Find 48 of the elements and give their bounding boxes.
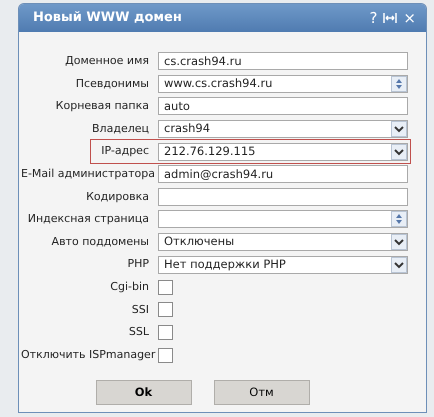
- field-value: 212.76.129.115: [164, 143, 256, 160]
- field-value: Отключены: [164, 233, 234, 250]
- field-value: cs.crash94.ru: [164, 52, 242, 70]
- chevron-down-icon[interactable]: [391, 144, 407, 160]
- input-field[interactable]: [158, 188, 408, 206]
- chevron-down-icon[interactable]: [391, 256, 407, 273]
- dropdown-field[interactable]: Нет поддержки PHP: [158, 256, 408, 274]
- field-label: Отключить ISPmanager: [21, 346, 156, 363]
- field-label: Доменное имя: [64, 53, 150, 70]
- field-label: Авто поддомены: [50, 234, 150, 250]
- checkbox[interactable]: [158, 348, 173, 363]
- field-label: Кодировка: [85, 188, 150, 205]
- dropdown-field[interactable]: Отключены: [158, 233, 408, 252]
- dropdown-field[interactable]: 212.76.129.115: [158, 142, 408, 161]
- dropdown-field[interactable]: crash94: [158, 120, 408, 138]
- spinner-icon[interactable]: [391, 211, 407, 228]
- checkbox[interactable]: [158, 324, 173, 340]
- close-button[interactable]: ×: [401, 10, 418, 26]
- cancel-button[interactable]: Отм: [214, 380, 310, 406]
- ok-button[interactable]: Ok: [96, 380, 192, 406]
- field-value: auto: [164, 98, 190, 115]
- checkbox[interactable]: [158, 280, 173, 295]
- input-field[interactable]: auto: [158, 97, 408, 116]
- chevron-down-icon[interactable]: [391, 234, 407, 250]
- field-label: Владелец: [91, 120, 150, 137]
- field-value: admin@crash94.ru: [164, 166, 274, 183]
- field-label: Корневая папка: [54, 98, 150, 114]
- input-field[interactable]: [158, 210, 408, 228]
- field-value: www.cs.crash94.ru: [164, 75, 272, 92]
- spinner-icon[interactable]: [391, 76, 407, 92]
- chevron-down-icon[interactable]: [391, 121, 407, 138]
- resize-icon[interactable]: [383, 12, 398, 24]
- field-label: IP-адрес: [100, 143, 150, 160]
- field-label: E-Mail администратора: [21, 166, 156, 182]
- input-field[interactable]: admin@crash94.ru: [158, 165, 408, 184]
- field-label: SSI: [130, 302, 150, 318]
- field-label: SSL: [128, 324, 150, 340]
- field-label: Cgi-bin: [109, 278, 150, 295]
- window-title: Новый WWW домен: [33, 9, 182, 28]
- help-button[interactable]: ?: [367, 10, 380, 26]
- field-label: Псевдонимы: [74, 76, 150, 92]
- field-value: crash94: [164, 120, 210, 138]
- input-field[interactable]: www.cs.crash94.ru: [158, 74, 408, 93]
- field-label: Индексная страница: [26, 211, 150, 228]
- field-label: PHP: [126, 256, 150, 272]
- input-field[interactable]: cs.crash94.ru: [158, 52, 408, 70]
- field-value: Нет поддержки PHP: [164, 256, 286, 274]
- checkbox[interactable]: [158, 302, 173, 318]
